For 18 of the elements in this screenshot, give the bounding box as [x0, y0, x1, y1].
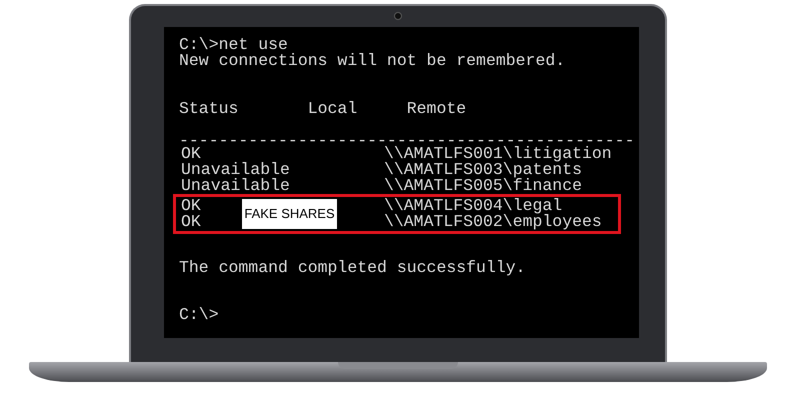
status-text: Unavailable	[181, 162, 290, 178]
column-header: Remote	[406, 101, 466, 117]
remote-share-path: \\AMATLFS001\litigation	[384, 146, 612, 162]
prompt-text: C:\>	[179, 305, 219, 324]
column-header: Status	[179, 101, 238, 117]
remote-share-path: \\AMATLFS002\employees	[384, 214, 602, 230]
result-text: The command completed successfully.	[179, 258, 526, 277]
status-text: OK	[181, 198, 201, 214]
webcam-icon	[394, 12, 402, 20]
column-header: Local	[308, 101, 358, 117]
remote-share-path: \\AMATLFS003\patents	[384, 162, 582, 178]
message-text: New connections will not be remembered.	[179, 51, 566, 70]
command-text: C:\>net use	[179, 35, 288, 54]
remote-share-path: \\AMATLFS004\legal	[384, 198, 562, 214]
callout-label: FAKE SHARES	[242, 199, 337, 229]
remote-share-path: \\AMATLFS005\finance	[384, 178, 582, 194]
status-text: Unavailable	[181, 178, 290, 194]
status-text: OK	[181, 214, 201, 230]
